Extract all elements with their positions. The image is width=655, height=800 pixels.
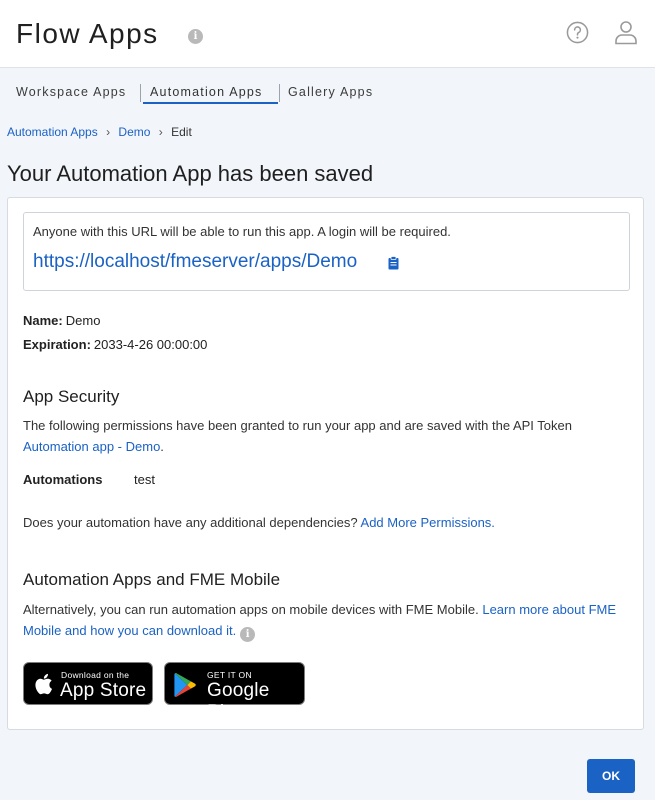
tab-gallery-apps[interactable]: Gallery Apps bbox=[288, 80, 373, 104]
tab-divider bbox=[140, 84, 141, 102]
info-icon[interactable]: i bbox=[188, 29, 203, 44]
tab-automation-apps[interactable]: Automation Apps bbox=[143, 80, 278, 104]
app-name-field: Name: Demo bbox=[23, 313, 100, 328]
url-notice: Anyone with this URL will be able to run… bbox=[33, 224, 451, 239]
chevron-right-icon: › bbox=[158, 125, 163, 139]
google-play-small-text: GET IT ON bbox=[207, 670, 252, 680]
breadcrumb-demo[interactable]: Demo bbox=[118, 125, 150, 139]
app-store-badge[interactable]: Download on the App Store bbox=[23, 662, 153, 705]
dependencies-question: Does your automation have any additional… bbox=[23, 515, 358, 530]
page-title: Your Automation App has been saved bbox=[7, 161, 374, 186]
expiration-field: Expiration: 2033-4-26 00:00:00 bbox=[23, 337, 207, 352]
expiration-value: 2033-4-26 00:00:00 bbox=[93, 337, 208, 352]
mobile-description-text: Alternatively, you can run automation ap… bbox=[23, 602, 479, 617]
app-type-tabs: Workspace Apps Automation Apps Gallery A… bbox=[0, 80, 655, 106]
app-security-description: The following permissions have been gran… bbox=[23, 415, 623, 457]
add-more-permissions-link[interactable]: Add More Permissions. bbox=[361, 515, 495, 530]
google-play-big-text: Google Play bbox=[207, 680, 270, 723]
tab-workspace-apps[interactable]: Workspace Apps bbox=[16, 80, 126, 104]
chevron-right-icon: › bbox=[106, 125, 111, 139]
app-store-big-text: App Store bbox=[60, 680, 147, 701]
mobile-section-title: Automation Apps and FME Mobile bbox=[23, 570, 281, 589]
app-store-small-text: Download on the bbox=[61, 670, 130, 680]
tab-divider bbox=[279, 84, 280, 102]
expiration-label: Expiration: bbox=[23, 337, 91, 352]
top-bar: Flow Apps i bbox=[0, 0, 655, 68]
breadcrumb-edit: Edit bbox=[171, 125, 192, 139]
app-url-link[interactable]: https://localhost/fmeserver/apps/Demo bbox=[33, 251, 357, 273]
clipboard-icon[interactable] bbox=[388, 256, 399, 270]
dependencies-text: Does your automation have any additional… bbox=[23, 512, 623, 533]
app-title: Flow Apps bbox=[16, 18, 159, 49]
apple-logo-icon bbox=[35, 673, 52, 695]
breadcrumb: Automation Apps › Demo › Edit bbox=[7, 125, 192, 139]
permission-label: Automations bbox=[23, 472, 103, 487]
permission-value: test bbox=[134, 472, 155, 487]
question-circle-icon[interactable] bbox=[566, 21, 589, 44]
security-description-text: The following permissions have been gran… bbox=[23, 418, 572, 433]
info-icon[interactable]: i bbox=[240, 627, 256, 642]
user-icon[interactable] bbox=[614, 20, 638, 45]
ok-button[interactable]: OK bbox=[587, 759, 635, 793]
name-value: Demo bbox=[65, 313, 101, 328]
name-label: Name: bbox=[23, 313, 63, 328]
google-play-logo-icon bbox=[174, 672, 196, 698]
google-play-badge[interactable]: GET IT ON Google Play bbox=[164, 662, 305, 723]
app-security-title: App Security bbox=[23, 387, 120, 406]
saved-app-card: Anyone with this URL will be able to run… bbox=[7, 197, 644, 730]
app-url-box: Anyone with this URL will be able to run… bbox=[23, 212, 630, 291]
token-suffix: . bbox=[160, 439, 164, 454]
api-token-link[interactable]: Automation app - Demo bbox=[23, 439, 160, 454]
mobile-description: Alternatively, you can run automation ap… bbox=[23, 599, 623, 642]
breadcrumb-automation-apps[interactable]: Automation Apps bbox=[7, 125, 98, 139]
